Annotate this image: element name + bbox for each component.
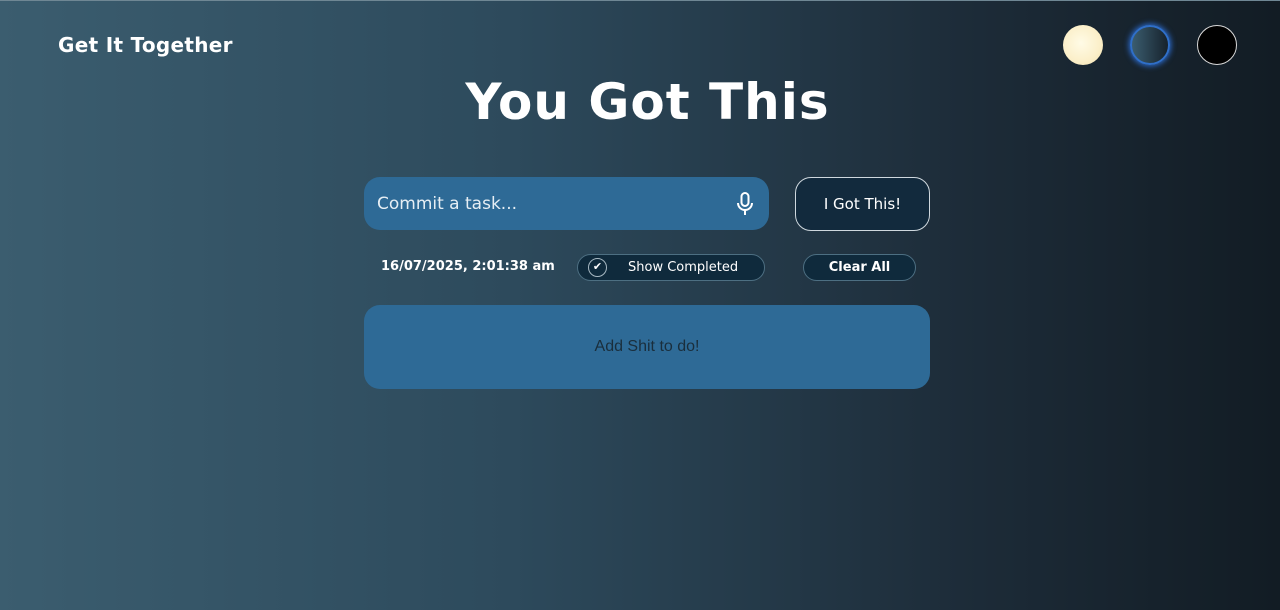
app-brand: Get It Together	[58, 33, 233, 57]
checkmark-icon[interactable]: ✔	[588, 258, 607, 277]
show-completed-label: Show Completed	[628, 260, 739, 275]
theme-dark-button[interactable]	[1197, 25, 1237, 65]
task-input[interactable]	[375, 176, 735, 231]
page-title: You Got This	[465, 73, 830, 131]
show-completed-toggle[interactable]: ✔ Show Completed	[577, 254, 765, 281]
add-task-button[interactable]: I Got This!	[795, 177, 930, 231]
theme-switcher	[1063, 25, 1237, 65]
microphone-icon[interactable]	[735, 191, 755, 217]
theme-ocean-button[interactable]	[1130, 25, 1170, 65]
empty-task-message: Add Shit to do!	[594, 338, 700, 355]
current-datetime: 16/07/2025, 2:01:38 am	[381, 259, 555, 274]
task-list: Add Shit to do!	[364, 305, 930, 389]
clear-all-button[interactable]: Clear All	[803, 254, 916, 281]
theme-light-button[interactable]	[1063, 25, 1103, 65]
task-input-container	[364, 176, 769, 231]
